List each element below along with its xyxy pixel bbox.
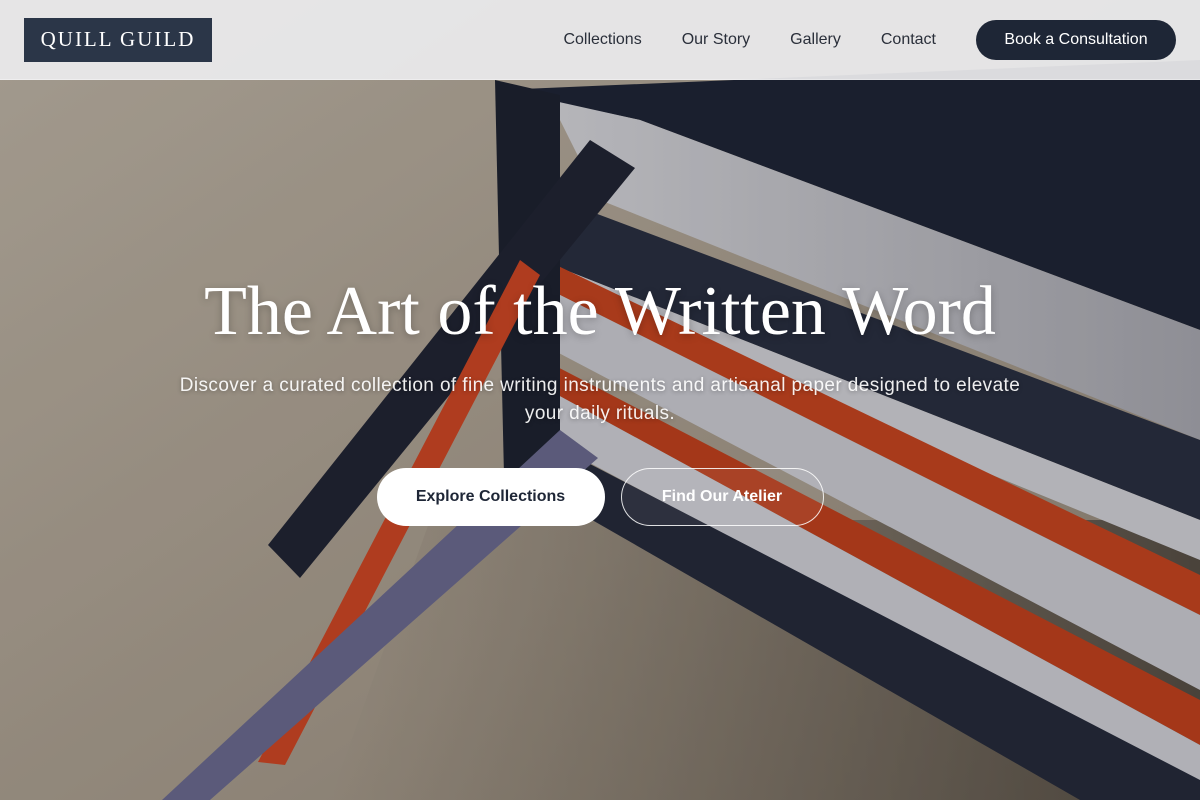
hero-button-group: Explore Collections Find Our Atelier	[0, 468, 1200, 526]
brand-logo[interactable]: QUILL GUILD	[24, 17, 212, 62]
book-consultation-button[interactable]: Book a Consultation	[976, 19, 1176, 60]
hero-title: The Art of the Written Word	[204, 273, 996, 350]
primary-nav: Collections Our Story Gallery Contact Bo…	[563, 19, 1176, 60]
find-atelier-button[interactable]: Find Our Atelier	[620, 468, 824, 526]
nav-link-gallery[interactable]: Gallery	[790, 31, 841, 49]
nav-link-collections[interactable]: Collections	[563, 31, 641, 49]
hero-subtitle: Discover a curated collection of fine wr…	[179, 375, 1021, 424]
nav-link-our-story[interactable]: Our Story	[682, 31, 750, 49]
nav-link-contact[interactable]: Contact	[881, 31, 936, 49]
explore-collections-button[interactable]: Explore Collections	[376, 468, 605, 526]
hero-section: The Art of the Written Word Discover a c…	[0, 270, 1200, 526]
top-navbar: QUILL GUILD Collections Our Story Galler…	[0, 0, 1200, 80]
